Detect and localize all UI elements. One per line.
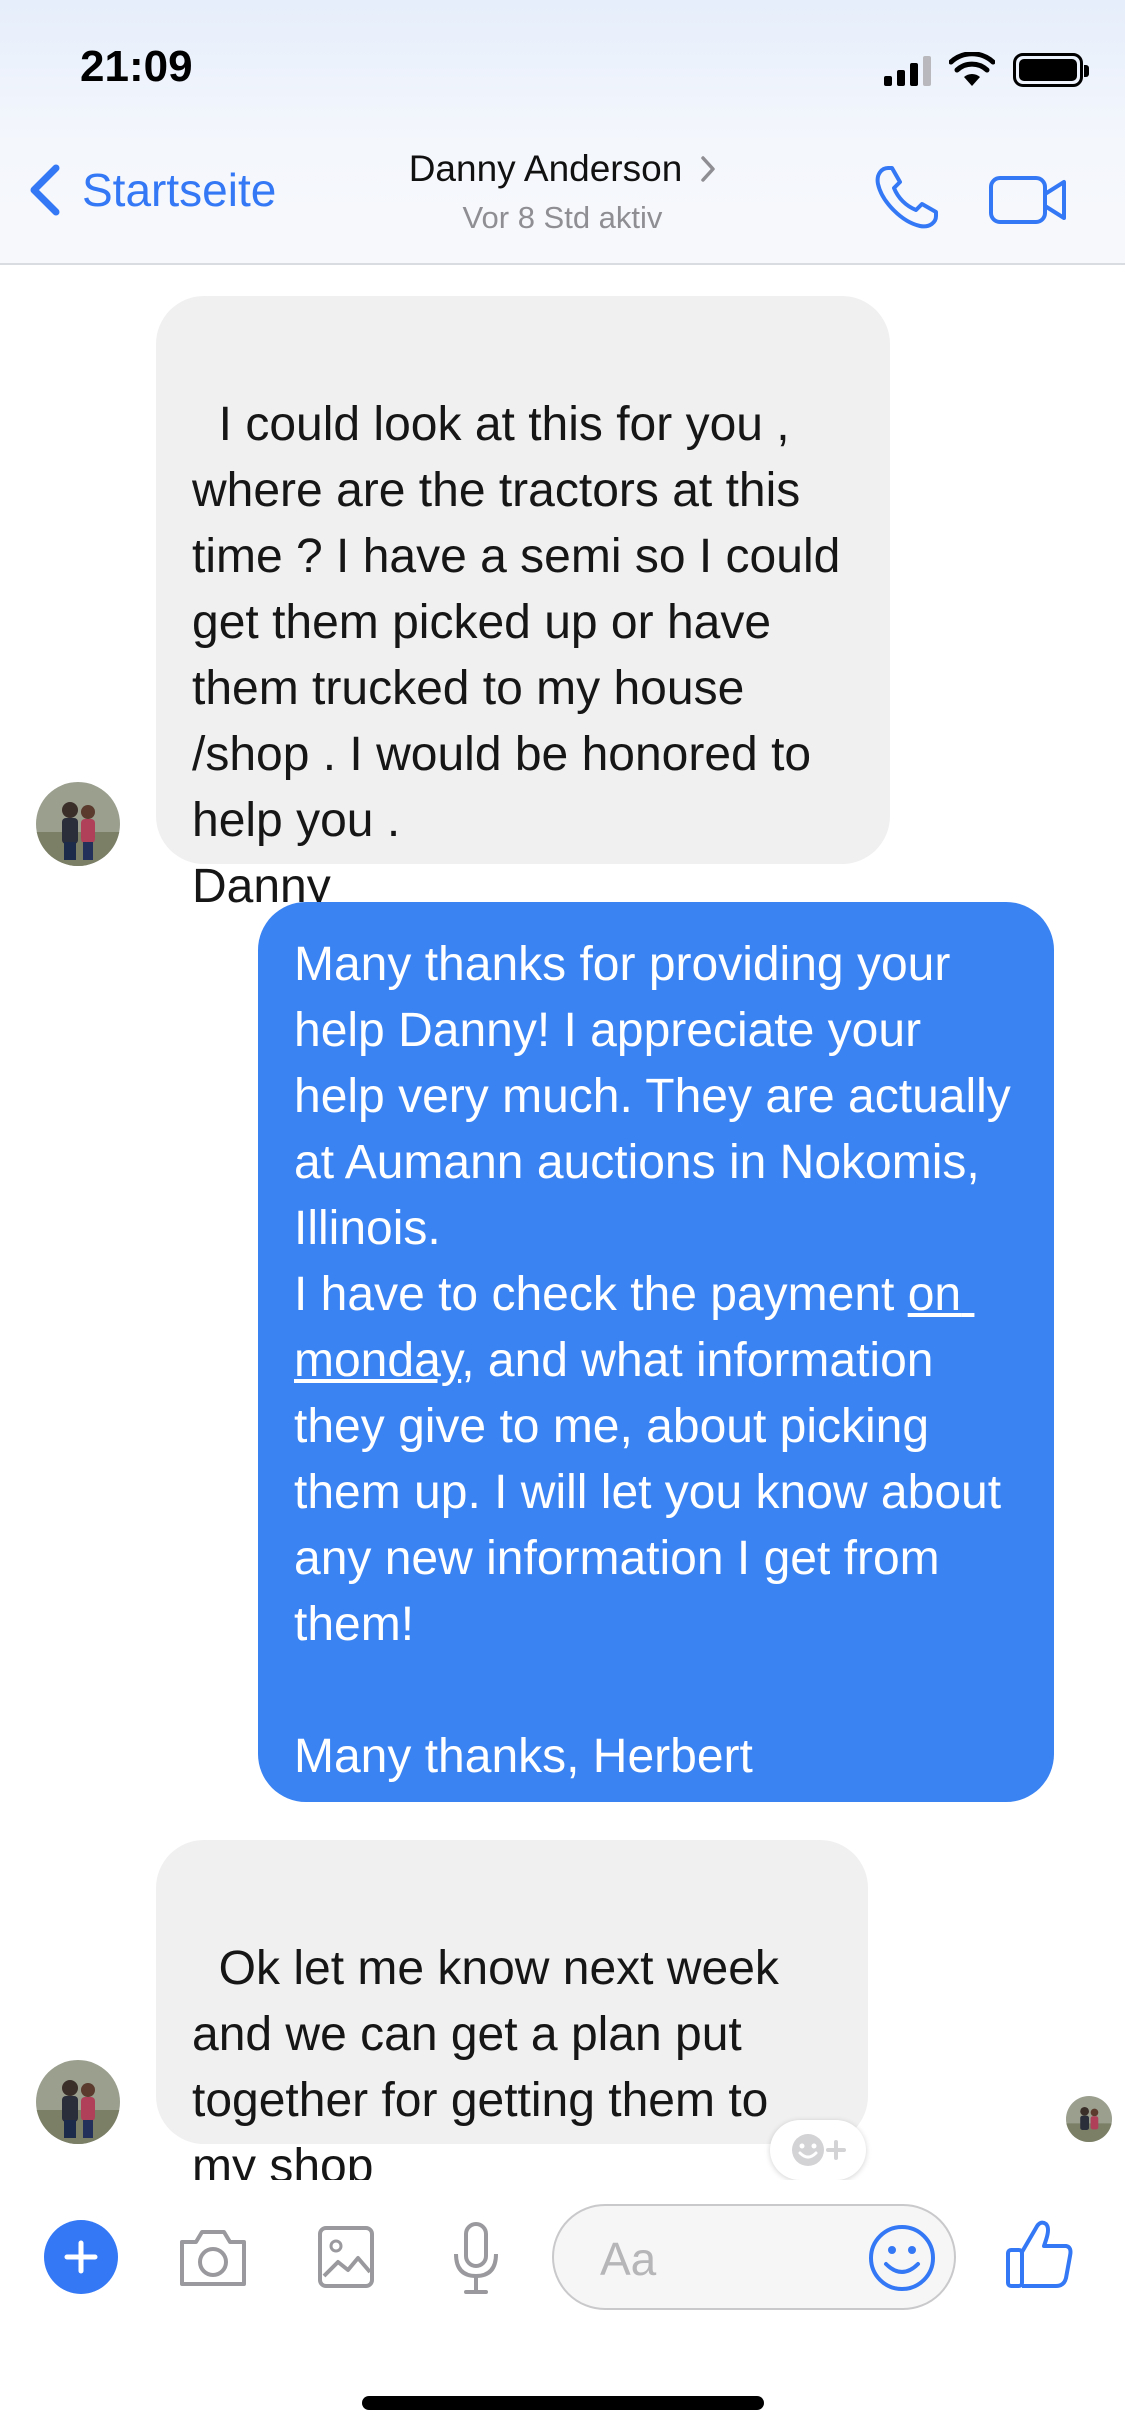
- message-bubble-incoming[interactable]: Ok let me know next week and we can get …: [156, 1840, 868, 2193]
- video-camera-icon[interactable]: [988, 172, 1068, 228]
- wifi-icon: [949, 52, 995, 86]
- home-indicator: [362, 2396, 764, 2410]
- avatar-photo: [36, 782, 120, 866]
- add-reaction-icon: [792, 2134, 846, 2166]
- contact-active-status: Vor 8 Std aktiv: [462, 200, 663, 235]
- cellular-signal-icon: [884, 54, 931, 86]
- image-icon[interactable]: [316, 2224, 376, 2290]
- battery-icon: [1013, 53, 1089, 87]
- contact-name-row[interactable]: Danny Anderson: [409, 148, 717, 190]
- message-composer: [0, 2180, 1125, 2436]
- plus-button[interactable]: [44, 2220, 118, 2294]
- contact-avatar[interactable]: [36, 782, 120, 866]
- message-text: I could look at this for you , where are…: [192, 398, 841, 913]
- message-input-box[interactable]: [552, 2204, 956, 2310]
- contact-title[interactable]: Danny Anderson Vor 8 Std aktiv: [0, 148, 1125, 236]
- message-input[interactable]: [600, 2232, 860, 2286]
- emoji-icon[interactable]: [866, 2222, 938, 2294]
- status-icons: [884, 50, 1089, 90]
- avatar-photo: [1066, 2096, 1112, 2142]
- message-bubble-outgoing[interactable]: Many thanks for providing your help Dann…: [258, 902, 1054, 1802]
- message-text: Ok let me know next week and we can get …: [192, 1942, 793, 2193]
- camera-icon[interactable]: [176, 2224, 250, 2290]
- message-text-part1: Many thanks for providing your help Dann…: [294, 938, 1011, 1321]
- message-bubble-incoming[interactable]: I could look at this for you , where are…: [156, 296, 890, 913]
- status-time: 21:09: [80, 42, 193, 91]
- contact-name: Danny Anderson: [408, 148, 683, 189]
- contact-avatar[interactable]: [36, 2060, 120, 2144]
- read-receipt-avatar: [1066, 2096, 1112, 2142]
- microphone-icon[interactable]: [450, 2220, 502, 2296]
- add-reaction-button[interactable]: [770, 2120, 866, 2180]
- thumbs-up-icon[interactable]: [1004, 2216, 1076, 2292]
- plus-icon: [64, 2240, 98, 2274]
- phone-icon[interactable]: [870, 162, 942, 234]
- chat-header: 21:09 Startseite Danny Anderson Vor 8 St…: [0, 0, 1125, 265]
- chevron-right-icon: [701, 156, 716, 182]
- message-text-part2: , and what information they give to me, …: [294, 1334, 1002, 1783]
- avatar-photo: [36, 2060, 120, 2144]
